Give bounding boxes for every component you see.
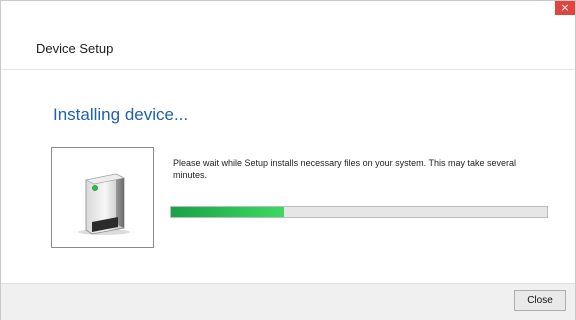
- printer-device-icon: [78, 173, 130, 235]
- dialog-footer: Close: [1, 283, 575, 320]
- install-progress-fill: [171, 207, 284, 217]
- installing-heading: Installing device...: [53, 105, 189, 124]
- device-setup-window: Device Setup × Installing device... Plea…: [0, 0, 576, 320]
- close-window-icon[interactable]: ×: [555, 1, 575, 15]
- close-button[interactable]: Close: [514, 290, 566, 311]
- dialog-header: Device Setup: [1, 1, 575, 70]
- install-progress-bar: [170, 206, 548, 218]
- device-icon-frame: [51, 147, 154, 248]
- status-message: Please wait while Setup installs necessa…: [173, 158, 516, 180]
- dialog-title: Device Setup: [36, 41, 114, 56]
